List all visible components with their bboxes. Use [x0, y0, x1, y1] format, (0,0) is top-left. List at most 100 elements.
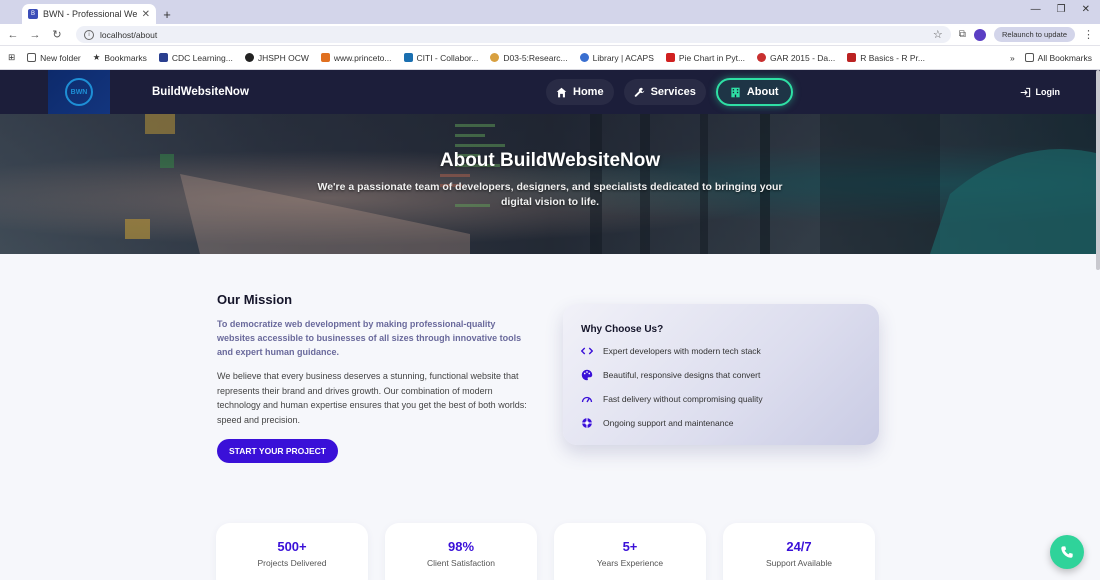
profile-avatar[interactable] [973, 28, 986, 41]
logo-mark: BWN [65, 78, 93, 106]
star-icon: ★ [92, 52, 101, 62]
code-icon [581, 347, 593, 355]
pie-chart-favicon-icon [665, 53, 675, 62]
all-bookmarks-item[interactable]: All Bookmarks [1024, 52, 1092, 63]
close-tab-icon[interactable]: ✕ [142, 9, 150, 20]
bookmark-item[interactable]: CITI - Collabor... [403, 52, 479, 63]
stat-card: 24/7 Support Available [723, 523, 875, 580]
new-tab-button[interactable]: + [156, 4, 178, 24]
logo[interactable]: BWN [48, 70, 110, 114]
wrench-icon [634, 87, 644, 97]
nav-services[interactable]: Services [623, 79, 706, 105]
jhsph-favicon-icon [244, 53, 254, 62]
acaps-favicon-icon [579, 53, 589, 62]
start-project-button[interactable]: START YOUR PROJECT [217, 439, 338, 463]
hero-subtitle: We're a passionate team of developers, d… [317, 181, 783, 208]
speedometer-icon [581, 396, 593, 403]
forward-icon[interactable]: → [28, 29, 42, 41]
login-label: Login [1035, 87, 1061, 97]
list-item-text: Ongoing support and maintenance [603, 418, 734, 428]
stat-label: Client Satisfaction [426, 558, 496, 568]
nav-home[interactable]: Home [546, 79, 614, 105]
menu-icon[interactable]: ⋮ [1083, 28, 1094, 41]
bookmark-item[interactable]: ★ Bookmarks [93, 52, 147, 63]
stats-row: 500+ Projects Delivered 98% Client Satis… [216, 523, 875, 580]
support-icon [582, 418, 592, 428]
bookmark-label: All Bookmarks [1037, 52, 1092, 63]
relaunch-button[interactable]: Relaunch to update [993, 27, 1075, 42]
bookmark-item[interactable]: New folder [27, 53, 81, 63]
bookmark-item[interactable]: JHSPH OCW [244, 52, 309, 63]
browser-tab-bar: B BWN - Professional Web ✕ + — ❐ ✕ [0, 0, 1100, 24]
mission-section: Our Mission To democratize web developme… [217, 292, 535, 463]
bookmark-item[interactable]: D03-5:Researc... [490, 52, 568, 63]
bookmark-item[interactable]: R Basics - R Pr... [847, 53, 925, 63]
nav-label: Services [650, 86, 696, 98]
list-item-text: Expert developers with modern tech stack [603, 346, 761, 356]
bookmark-item[interactable]: Library | ACAPS [579, 53, 654, 63]
nav-label: Home [573, 86, 604, 98]
why-choose-us-card: Why Choose Us? Expert developers with mo… [563, 304, 879, 445]
r-basics-favicon-icon [847, 53, 857, 62]
bookmark-label: CITI - Collabor... [416, 52, 479, 63]
bookmark-label: Pie Chart in Pyt... [678, 52, 746, 63]
minimize-icon[interactable]: — [1031, 4, 1041, 15]
bookmark-item[interactable]: CDC Learning... [158, 53, 233, 63]
stat-card: 5+ Years Experience [554, 523, 706, 580]
stat-value: 5+ [622, 539, 638, 554]
bookmark-label: R Basics - R Pr... [860, 52, 925, 63]
apps-grid-icon[interactable]: ⊞ [8, 52, 15, 63]
reload-icon[interactable]: ↻ [50, 28, 64, 41]
page-scrollbar[interactable] [1096, 70, 1100, 270]
folder-icon [27, 53, 37, 62]
bookmark-label: JHSPH OCW [257, 52, 309, 63]
list-item: Expert developers with modern tech stack [581, 339, 861, 363]
url-text: localhost/about [100, 29, 158, 40]
stat-value: 500+ [277, 539, 307, 554]
gar-favicon-icon [757, 53, 767, 62]
hero-banner: About BuildWebsiteNow We're a passionate… [0, 114, 1100, 254]
building-icon [731, 87, 740, 97]
bookmark-label: Bookmarks [104, 52, 147, 63]
stat-card: 98% Client Satisfaction [385, 523, 537, 580]
url-field[interactable]: i localhost/about ☆ [76, 26, 951, 43]
nav-about[interactable]: About [715, 78, 793, 106]
bookmark-item[interactable]: GAR 2015 - Da... [757, 53, 835, 63]
princeton-favicon-icon [320, 53, 330, 62]
research-favicon-icon [490, 53, 500, 62]
call-button[interactable] [1050, 535, 1084, 569]
browser-tab[interactable]: B BWN - Professional Web ✕ [22, 4, 156, 24]
list-item-text: Beautiful, responsive designs that conve… [603, 370, 761, 380]
bookmarks-bar: ⊞ New folder ★ Bookmarks CDC Learning... … [0, 46, 1100, 70]
home-icon [556, 87, 567, 97]
chevron-right-icon[interactable]: » [1010, 53, 1015, 63]
bookmark-label: D03-5:Researc... [503, 52, 568, 63]
phone-icon [1061, 546, 1073, 558]
list-item: Ongoing support and maintenance [581, 411, 861, 435]
bookmark-item[interactable]: www.princeto... [320, 53, 392, 63]
mission-lead: To democratize web development by making… [217, 319, 522, 357]
folder-icon [1024, 53, 1034, 62]
restore-icon[interactable]: ❐ [1057, 4, 1066, 15]
login-button[interactable]: Login [1020, 87, 1061, 98]
brand-name[interactable]: BuildWebsiteNow [152, 86, 249, 98]
back-icon[interactable]: ← [6, 29, 20, 41]
about-main: Our Mission To democratize web developme… [0, 254, 1100, 580]
mission-heading: Our Mission [217, 292, 293, 307]
login-icon [1020, 87, 1030, 97]
stat-label: Support Available [765, 558, 832, 568]
list-item: Beautiful, responsive designs that conve… [581, 363, 861, 387]
stat-value: 98% [447, 539, 475, 554]
extensions-icon[interactable]: ⧉ [959, 29, 966, 40]
bookmark-item[interactable]: Pie Chart in Pyt... [665, 52, 746, 63]
citi-favicon-icon [403, 53, 413, 62]
site-header: BWN BuildWebsiteNow Home Services About … [0, 70, 1100, 114]
bookmark-label: New folder [40, 52, 81, 63]
close-window-icon[interactable]: ✕ [1082, 4, 1090, 15]
tab-title: BWN - Professional Web [43, 9, 137, 19]
bookmark-star-icon[interactable]: ☆ [933, 28, 943, 41]
stat-card: 500+ Projects Delivered [216, 523, 368, 580]
site-info-icon[interactable]: i [84, 29, 94, 40]
site-favicon-icon: B [28, 9, 38, 19]
why-list: Expert developers with modern tech stack… [581, 339, 861, 435]
